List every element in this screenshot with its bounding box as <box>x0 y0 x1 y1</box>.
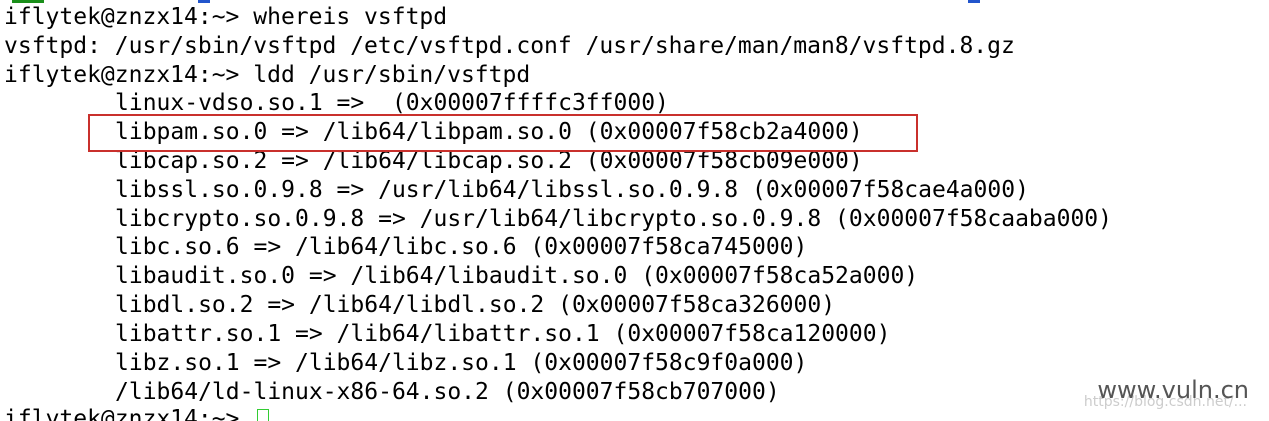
terminal-line-ldd-output: libdl.so.2 => /lib64/libdl.so.2 (0x00007… <box>115 292 836 318</box>
terminal-line-ldd-output: /lib64/ld-linux-x86-64.so.2 (0x00007f58c… <box>115 379 780 405</box>
watermark-site: www.vuln.cn <box>1097 376 1249 404</box>
terminal-line-ldd-output: libssl.so.0.9.8 => /usr/lib64/libssl.so.… <box>115 177 1029 203</box>
terminal-window[interactable]: iflytek@znzx14:~> whereis vsftpd vsftpd:… <box>0 0 1269 421</box>
top-mark-blue-2 <box>968 0 980 3</box>
terminal-prompt-line[interactable]: iflytek@znzx14:~> <box>4 405 270 421</box>
terminal-line-ldd-output: libattr.so.1 => /lib64/libattr.so.1 (0x0… <box>115 321 891 347</box>
terminal-line-ldd-output: libcrypto.so.0.9.8 => /usr/lib64/libcryp… <box>115 206 1112 232</box>
libpam-highlight-box <box>88 114 918 152</box>
terminal-prompt: iflytek@znzx14:~> <box>4 406 254 421</box>
terminal-line-ldd-output: libc.so.6 => /lib64/libc.so.6 (0x00007f5… <box>115 234 808 260</box>
terminal-line-ldd-output: libaudit.so.0 => /lib64/libaudit.so.0 (0… <box>115 263 919 289</box>
terminal-line-command-whereis: iflytek@znzx14:~> whereis vsftpd <box>4 4 448 30</box>
terminal-line-whereis-output: vsftpd: /usr/sbin/vsftpd /etc/vsftpd.con… <box>4 33 1015 59</box>
terminal-cursor <box>257 409 270 421</box>
terminal-line-ldd-output: libz.so.1 => /lib64/libz.so.1 (0x00007f5… <box>115 350 808 376</box>
terminal-line-command-ldd: iflytek@znzx14:~> ldd /usr/sbin/vsftpd <box>4 62 531 88</box>
